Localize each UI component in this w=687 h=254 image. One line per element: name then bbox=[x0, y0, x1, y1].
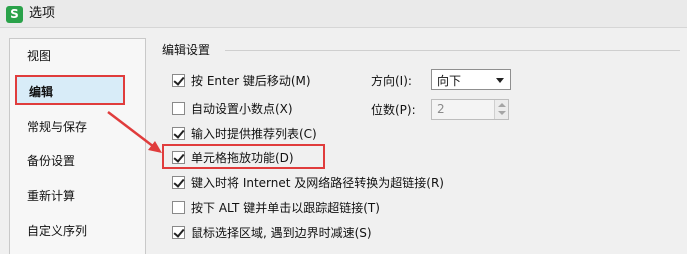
option-label: 鼠标选择区域, 遇到边界时减速(S) bbox=[191, 225, 372, 240]
option-slow-at-boundary[interactable]: 鼠标选择区域, 遇到边界时减速(S) bbox=[172, 222, 372, 242]
annotation-highlight-box bbox=[162, 144, 325, 169]
sidebar-item-label: 视图 bbox=[27, 49, 52, 63]
spinner-buttons[interactable] bbox=[494, 100, 508, 119]
app-icon: S bbox=[6, 6, 23, 23]
sidebar-item-view[interactable]: 视图 bbox=[15, 41, 142, 71]
title-bar: S 选项 bbox=[0, 0, 687, 28]
sidebar-item-label: 自定义序列 bbox=[27, 224, 88, 238]
decimal-places-value: 2 bbox=[437, 102, 445, 116]
decimal-places-spinner[interactable]: 2 bbox=[431, 99, 509, 120]
option-auto-hyperlink[interactable]: 键入时将 Internet 及网络路径转换为超链接(R) bbox=[172, 172, 444, 192]
group-divider bbox=[225, 50, 680, 51]
checkbox[interactable] bbox=[172, 200, 185, 214]
window-title: 选项 bbox=[29, 6, 56, 21]
option-auto-decimal[interactable]: 自动设置小数点(X) bbox=[172, 98, 293, 118]
chevron-down-icon bbox=[496, 78, 504, 83]
option-label: 键入时将 Internet 及网络路径转换为超链接(R) bbox=[191, 175, 444, 190]
option-move-after-enter[interactable]: 按 Enter 键后移动(M) bbox=[172, 70, 311, 90]
sidebar-item-label: 重新计算 bbox=[27, 189, 76, 203]
group-title-edit-settings: 编辑设置 bbox=[162, 43, 211, 57]
option-label: 按 Enter 键后移动(M) bbox=[191, 73, 311, 88]
sidebar-item-edit[interactable]: 编辑 bbox=[15, 75, 125, 105]
chevron-down-icon bbox=[498, 111, 506, 115]
sidebar-item-recalculate[interactable]: 重新计算 bbox=[15, 181, 142, 211]
checkbox[interactable] bbox=[172, 225, 185, 239]
decimal-places-label: 位数(P): bbox=[371, 103, 416, 117]
direction-value: 向下 bbox=[437, 74, 462, 88]
sidebar-item-backup[interactable]: 备份设置 bbox=[15, 146, 142, 176]
direction-select[interactable]: 向下 bbox=[431, 69, 511, 90]
sidebar-item-custom-lists[interactable]: 自定义序列 bbox=[15, 216, 142, 246]
option-label: 按下 ALT 键并单击以跟踪超链接(T) bbox=[191, 200, 380, 215]
sidebar-item-label: 常规与保存 bbox=[27, 120, 88, 134]
sidebar-item-general-save[interactable]: 常规与保存 bbox=[15, 112, 142, 142]
direction-label: 方向(I): bbox=[371, 74, 412, 88]
options-sidebar: 视图 编辑 常规与保存 备份设置 重新计算 自定义序列 bbox=[9, 38, 146, 254]
option-label: 自动设置小数点(X) bbox=[191, 101, 293, 116]
chevron-up-icon bbox=[498, 103, 506, 107]
checkbox[interactable] bbox=[172, 126, 185, 140]
option-alt-click-hyperlink[interactable]: 按下 ALT 键并单击以跟踪超链接(T) bbox=[172, 197, 380, 217]
checkbox[interactable] bbox=[172, 101, 185, 115]
sidebar-item-label: 备份设置 bbox=[27, 154, 76, 168]
sidebar-item-label: 编辑 bbox=[29, 85, 54, 99]
checkbox[interactable] bbox=[172, 73, 185, 87]
option-autocomplete[interactable]: 输入时提供推荐列表(C) bbox=[172, 123, 317, 143]
checkbox[interactable] bbox=[172, 175, 185, 189]
option-label: 输入时提供推荐列表(C) bbox=[191, 126, 317, 141]
